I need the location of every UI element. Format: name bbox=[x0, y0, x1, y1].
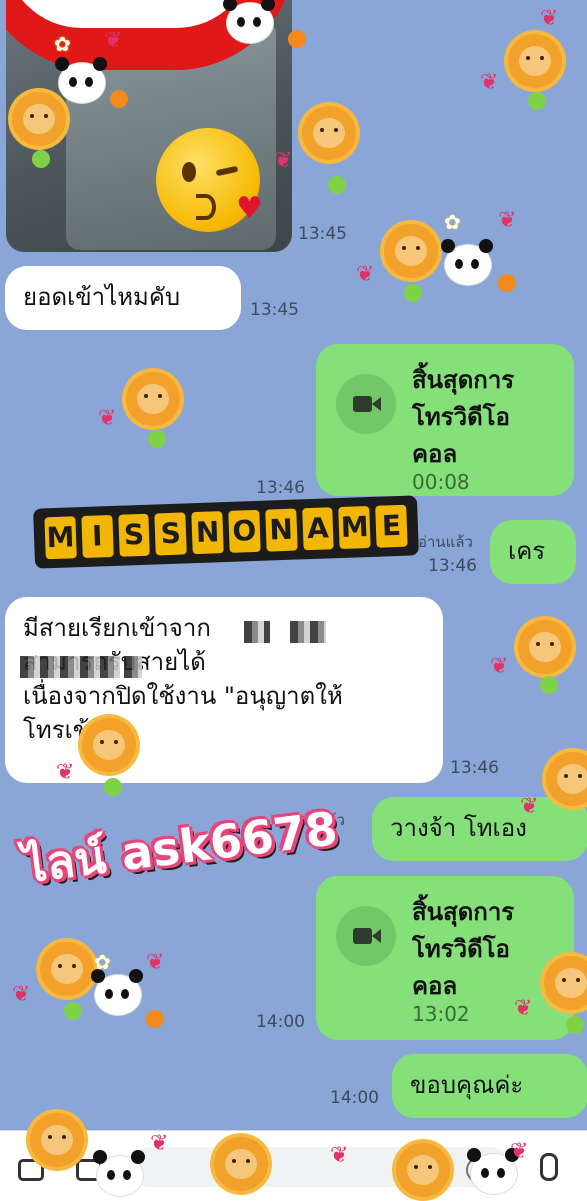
cherry-icon: ❦ bbox=[514, 996, 533, 1021]
message-time: 14:00 bbox=[256, 1012, 305, 1032]
message-input[interactable] bbox=[130, 1147, 510, 1187]
video-call-icon bbox=[336, 906, 396, 966]
lion-sticker-icon bbox=[508, 34, 562, 88]
video-call-icon bbox=[336, 374, 396, 434]
video-call-ended-message[interactable]: สิ้นสุดการ โทรวิดีโอ คอล 13:02 bbox=[316, 876, 574, 1040]
censored-block bbox=[244, 621, 270, 643]
cherry-icon: ❦ bbox=[330, 1143, 349, 1168]
call-duration: 13:02 bbox=[412, 1002, 470, 1026]
incoming-message[interactable]: ยอดเข้าไหมคับ bbox=[5, 266, 241, 330]
flower-icon: ✿ bbox=[94, 950, 111, 974]
message-time: 13:46 bbox=[428, 556, 477, 576]
flower-icon: ✿ bbox=[444, 210, 461, 234]
lion-sticker-icon bbox=[518, 620, 572, 674]
watermark-letter: I bbox=[81, 514, 114, 559]
kiss-emoji-icon: ♥ bbox=[156, 128, 263, 232]
cherry-icon: ❦ bbox=[510, 1139, 529, 1164]
panda-sticker-icon bbox=[223, 0, 274, 44]
video-call-ended-message[interactable]: สิ้นสุดการ โทรวิดีโอ คอล 00:08 bbox=[316, 344, 574, 496]
watermark-letter: O bbox=[228, 509, 261, 553]
orange-icon bbox=[146, 1010, 164, 1028]
call-duration: 00:08 bbox=[412, 470, 470, 494]
call-title: สิ้นสุดการ โทรวิดีโอ คอล bbox=[412, 366, 515, 468]
watermark-letter: S bbox=[117, 513, 151, 557]
outgoing-message[interactable]: วางจ้า โทเอง bbox=[372, 797, 587, 861]
orange-icon bbox=[498, 274, 516, 292]
orange-icon bbox=[288, 30, 306, 48]
panda-sticker-icon bbox=[93, 1150, 144, 1197]
censored-block bbox=[290, 621, 326, 643]
message-time: 13:46 bbox=[256, 478, 305, 498]
watermark-letter: S bbox=[154, 512, 187, 556]
cherry-icon: ❦ bbox=[356, 262, 375, 287]
incoming-message[interactable]: มีสายเรียกเข้าจาก สามารถรับสายได้ เนื่อง… bbox=[5, 597, 443, 783]
apple-icon bbox=[64, 1002, 82, 1020]
lion-sticker-icon bbox=[126, 372, 180, 426]
message-input-bar: ❦ ❦ ❦ bbox=[0, 1113, 587, 1201]
lion-sticker-icon bbox=[82, 718, 136, 772]
cherry-icon: ❦ bbox=[480, 70, 499, 95]
apple-icon bbox=[104, 778, 122, 796]
cherry-icon: ❦ bbox=[490, 654, 509, 679]
cherry-icon: ❦ bbox=[540, 6, 559, 31]
lion-sticker-icon bbox=[214, 1137, 268, 1191]
read-receipt: อ่านแล้ว bbox=[418, 533, 473, 551]
flower-icon: ✿ bbox=[54, 32, 71, 56]
message-time: 14:00 bbox=[330, 1088, 379, 1108]
mic-icon[interactable] bbox=[540, 1153, 558, 1181]
apple-icon bbox=[566, 1016, 584, 1034]
cherry-icon: ❦ bbox=[520, 794, 539, 819]
lion-sticker-icon bbox=[384, 224, 438, 278]
apple-icon bbox=[540, 676, 558, 694]
apple-icon bbox=[328, 176, 346, 194]
watermark-letter: M bbox=[338, 505, 371, 550]
watermark-banner: M I S S N O N A M E bbox=[33, 495, 419, 569]
message-time: 13:46 bbox=[450, 758, 499, 778]
censored-block bbox=[124, 656, 142, 678]
panda-sticker-icon bbox=[55, 57, 106, 104]
cherry-icon: ❦ bbox=[150, 1131, 169, 1156]
lion-sticker-icon bbox=[546, 752, 587, 806]
orange-icon bbox=[110, 90, 128, 108]
watermark-letter: N bbox=[191, 511, 224, 555]
call-title: สิ้นสุดการ โทรวิดีโอ คอล bbox=[412, 898, 515, 1000]
cherry-icon: ❦ bbox=[56, 760, 75, 785]
watermark-letter: M bbox=[44, 516, 77, 560]
cherry-icon: ❦ bbox=[274, 148, 293, 173]
line-id-overlay: ไลน์ ask6678 bbox=[20, 800, 341, 894]
lion-sticker-icon bbox=[302, 106, 356, 160]
apple-icon bbox=[32, 150, 50, 168]
apple-icon bbox=[148, 430, 166, 448]
cherry-icon: ❦ bbox=[104, 28, 123, 53]
watermark-letter: N bbox=[265, 508, 298, 552]
apple-icon bbox=[528, 92, 546, 110]
message-time: 13:45 bbox=[250, 300, 299, 320]
lion-sticker-icon bbox=[396, 1143, 450, 1197]
message-time: 13:45 bbox=[298, 224, 347, 244]
chat-area: ♥ 13:45 ยอดเข้าไหมคับ 13:45 สิ้นสุดการ โ… bbox=[0, 0, 587, 1130]
cherry-icon: ❦ bbox=[498, 208, 517, 233]
cherry-icon: ❦ bbox=[12, 982, 31, 1007]
panda-sticker-icon bbox=[91, 969, 142, 1016]
lion-sticker-icon bbox=[40, 942, 94, 996]
outgoing-message[interactable]: เคร bbox=[490, 520, 576, 584]
lion-sticker-icon bbox=[544, 956, 587, 1010]
panda-sticker-icon bbox=[441, 239, 492, 286]
censored-block bbox=[20, 656, 120, 678]
cherry-icon: ❦ bbox=[98, 406, 117, 431]
lion-sticker-icon bbox=[30, 1113, 84, 1167]
outgoing-message[interactable]: ขอบคุณค่ะ bbox=[392, 1054, 587, 1118]
apple-icon bbox=[404, 284, 422, 302]
watermark-letter: E bbox=[375, 504, 408, 548]
lion-sticker-icon bbox=[12, 92, 66, 146]
watermark-letter: A bbox=[301, 507, 335, 551]
cherry-icon: ❦ bbox=[146, 950, 165, 975]
